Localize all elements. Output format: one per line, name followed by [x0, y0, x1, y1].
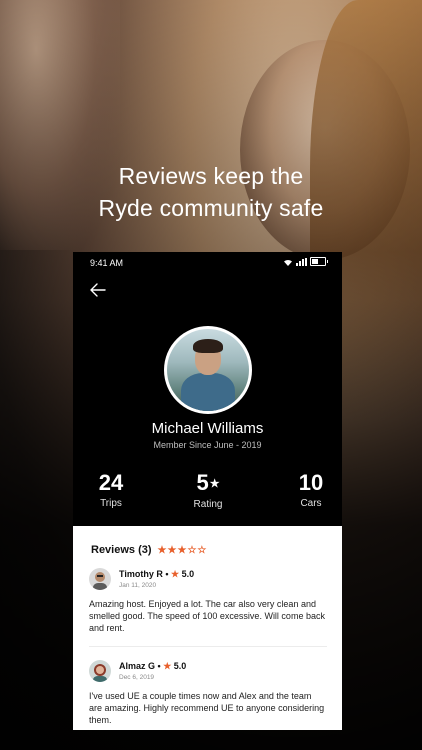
stat-rating-label: Rating — [193, 499, 223, 510]
divider — [89, 646, 327, 647]
stat-cars-value: 10 — [298, 470, 324, 495]
star-icon: ★ — [171, 569, 180, 579]
star-icon: ★ — [209, 478, 220, 490]
stat-trips-label: Trips — [100, 498, 122, 509]
stat-rating-value: 5 — [196, 470, 209, 495]
reviewer-avatar — [89, 568, 111, 590]
status-time: 9:41 AM — [90, 258, 124, 268]
reviews-header: Reviews (3) ★ ★ ★ ☆ ☆ — [91, 544, 206, 556]
review-date: Dec 6, 2019 — [119, 674, 155, 681]
reviewer-line: Timothy R • ★ 5.0 — [119, 569, 194, 580]
stat-rating: 5★ Rating — [183, 470, 233, 510]
star-filled-icon: ★ — [167, 544, 177, 556]
reviewer-rating: 5.0 — [173, 661, 187, 671]
member-since: Member Since June - 2019 — [153, 440, 262, 450]
signal-icon — [296, 257, 307, 266]
star-filled-icon: ★ — [177, 544, 187, 556]
review-text: I've used UE a couple times now and Alex… — [89, 691, 325, 725]
reviews-title: Reviews (3) — [91, 544, 152, 556]
stat-trips-value: 24 — [98, 470, 124, 495]
battery-icon — [310, 257, 328, 266]
phone-screen: 9:41 AM Michael Williams Member Since Ju… — [73, 252, 342, 730]
star-outline-icon: ☆ — [187, 544, 197, 556]
wifi-icon — [284, 259, 292, 266]
back-arrow-icon[interactable] — [89, 281, 107, 299]
reviewer-avatar — [89, 660, 111, 682]
profile-avatar — [164, 326, 252, 414]
star-outline-icon: ☆ — [197, 544, 207, 556]
reviewer-rating: 5.0 — [181, 569, 195, 579]
status-bar: 9:41 AM — [73, 252, 342, 272]
separator: • — [157, 661, 161, 671]
reviews-card: Reviews (3) ★ ★ ★ ☆ ☆ Timothy R • ★ 5.0 … — [73, 526, 342, 730]
stat-cars-label: Cars — [300, 498, 322, 509]
headline-line-2: Ryde community safe — [98, 195, 324, 221]
review-date: Jan 11, 2020 — [119, 582, 157, 589]
stat-trips: 24 Trips — [91, 470, 131, 509]
headline-line-1: Reviews keep the — [118, 163, 304, 189]
reviewer-name: Almaz G — [119, 661, 156, 671]
reviewer-line: Almaz G • ★ 5.0 — [119, 661, 186, 672]
stat-cars: 10 Cars — [293, 470, 329, 509]
star-filled-icon: ★ — [157, 544, 167, 556]
review-text: Amazing host. Enjoyed a lot. The car als… — [89, 599, 325, 633]
status-icons — [283, 257, 328, 266]
separator: • — [165, 569, 169, 579]
star-icon: ★ — [163, 661, 172, 671]
reviews-star-rating: ★ ★ ★ ☆ ☆ — [158, 545, 207, 556]
headline: Reviews keep the Ryde community safe — [0, 160, 422, 224]
profile-name: Michael Williams — [151, 420, 264, 437]
reviewer-name: Timothy R — [119, 569, 163, 579]
